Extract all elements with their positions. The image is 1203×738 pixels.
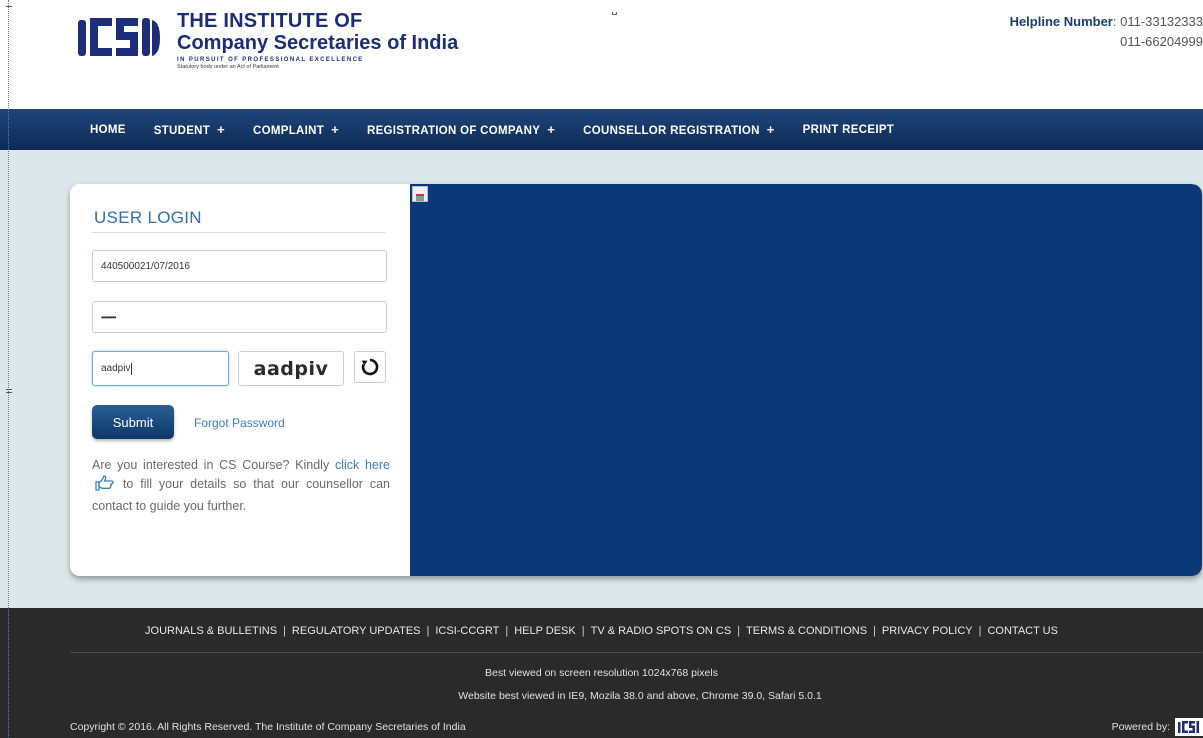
nav-home[interactable]: HOME [90,124,126,136]
guide-mark [612,12,617,15]
divider [92,232,386,233]
username-input[interactable]: 440500021/07/2016 [92,250,387,282]
nav-complaint[interactable]: COMPLAINT + [253,122,339,137]
site-header: THE INSTITUTE OF Company Secretaries of … [0,0,1203,109]
site-footer: JOURNALS & BULLETINS | REGULATORY UPDATES |… [0,608,1203,738]
page-guide-line [8,0,9,738]
refresh-icon [361,358,379,376]
footer-link-privacy[interactable]: PRIVACY POLICY [882,625,973,637]
guide-tick [6,6,12,7]
captcha-refresh-button[interactable] [354,351,386,383]
powered-by: Powered by: [1112,718,1203,736]
banner-image-area [410,184,1202,576]
org-name-line1: THE INSTITUTE OF [177,10,363,32]
captcha-image: aadpiv [238,351,344,386]
icsi-small-logo[interactable] [1175,718,1203,736]
footer-links: JOURNALS & BULLETINS | REGULATORY UPDATES |… [145,625,1058,637]
footer-link-regulatory-updates[interactable]: REGULATORY UPDATES [292,625,421,637]
footer-link-help-desk[interactable]: HELP DESK [514,625,576,637]
copyright-text: Copyright © 2016. All Rights Reserved. T… [70,721,466,733]
broken-image-icon [412,186,428,202]
nav-student[interactable]: STUDENT + [154,122,225,137]
helpline-label: Helpline Number [1009,14,1113,29]
footer-link-journals[interactable]: JOURNALS & BULLETINS [145,625,277,637]
captcha-input[interactable]: aadpiv [92,351,229,386]
nav-print-receipt[interactable]: PRINT RECEIPT [803,124,894,136]
helpline-number-1: 011-33132333 [1120,14,1203,29]
footer-browser-note: Website best viewed in IE9, Mozila 38.0 … [458,690,822,702]
cs-course-info: Are you interested in CS Course? Kindly … [92,458,390,513]
footer-link-terms[interactable]: TERMS & CONDITIONS [746,625,867,637]
powered-by-label: Powered by: [1111,721,1170,733]
submit-button[interactable]: Submit [92,405,174,439]
login-card: USER LOGIN 440500021/07/2016 •••••••• aa… [70,184,1202,576]
password-input[interactable]: •••••••• [92,301,387,333]
footer-divider [70,652,1202,653]
org-tagline: IN PURSUIT OF PROFESSIONAL EXCELLENCE [177,57,364,63]
nav-registration-of-company[interactable]: REGISTRATION OF COMPANY + [367,122,555,137]
icsi-logo[interactable] [74,10,164,60]
click-here-link[interactable]: click here [335,458,390,472]
guide-tick [6,389,12,393]
login-title: USER LOGIN [94,208,202,227]
org-name-line2: Company Secretaries of India [177,32,459,54]
footer-resolution-note: Best viewed on screen resolution 1024x76… [485,667,718,679]
helpline-block: Helpline Number: 011-33132333 011-662049… [1010,12,1203,52]
footer-link-contact[interactable]: CONTACT US [987,625,1058,637]
nav-counsellor-registration[interactable]: COUNSELLOR REGISTRATION + [583,122,775,137]
footer-link-icsi-ccgrt[interactable]: ICSI-CCGRT [435,625,499,637]
plus-icon: + [217,122,226,137]
plus-icon: + [547,122,556,137]
forgot-password-link[interactable]: Forgot Password [194,416,285,430]
login-panel: USER LOGIN 440500021/07/2016 •••••••• aa… [70,184,410,576]
main-nav: HOME STUDENT + COMPLAINT + REGISTRATION OF… [0,109,1203,150]
org-subtagline: Statutory body under an Act of Parliamen… [177,64,279,70]
footer-link-tv-radio[interactable]: TV & RADIO SPOTS ON CS [591,625,732,637]
plus-icon: + [766,122,775,137]
helpline-number-2: 011-66204999 [1120,34,1203,49]
pointing-hand-icon [94,475,114,497]
org-name-block: THE INSTITUTE OF Company Secretaries of … [177,10,458,71]
plus-icon: + [331,122,339,137]
